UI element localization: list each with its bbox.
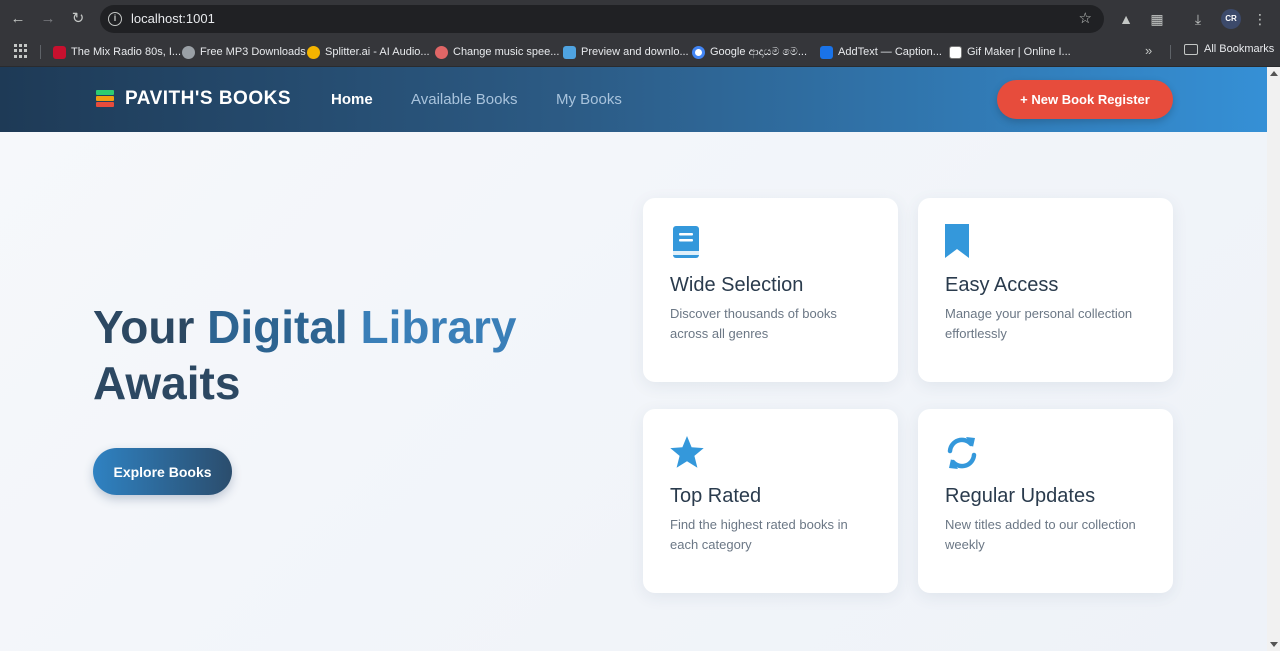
bookmark-favicon [53, 45, 66, 59]
feature-card-regular-updates: Regular Updates New titles added to our … [918, 409, 1173, 593]
feature-description: New titles added to our collection weekl… [945, 517, 1136, 552]
bookmarks-divider [40, 45, 41, 59]
feature-card-easy-access: Easy Access Manage your personal collect… [918, 198, 1173, 382]
extensions-puzzle-icon[interactable]: ▦ [1147, 9, 1167, 29]
feature-description: Manage your personal collection effortle… [945, 306, 1133, 341]
menu-kebab-icon[interactable]: ⋮ [1250, 9, 1270, 29]
bookmark-icon [944, 224, 980, 260]
feature-description: Find the highest rated books in each cat… [670, 517, 848, 552]
vertical-scrollbar[interactable] [1267, 67, 1280, 651]
page-viewport: PAVITH'S BOOKS Home Available Books My B… [0, 67, 1267, 651]
bookmarks-bar: The Mix Radio 80s, I... Free MP3 Downloa… [0, 37, 1280, 67]
bookmark-favicon [435, 45, 448, 59]
bookmark-favicon [949, 45, 962, 59]
bookmark-item[interactable]: Free MP3 Downloads [182, 43, 306, 61]
explore-books-button[interactable]: Explore Books [93, 448, 232, 495]
bookmark-item[interactable]: Splitter.ai - AI Audio... [307, 43, 430, 61]
bookmark-favicon [182, 45, 195, 59]
scroll-down-arrow-icon[interactable] [1270, 642, 1278, 647]
books-stack-icon [94, 88, 116, 110]
folder-icon [1184, 43, 1198, 55]
book-icon [669, 224, 705, 260]
apps-grid-icon[interactable] [14, 44, 28, 58]
forward-icon[interactable]: → [37, 8, 59, 30]
address-bar[interactable]: i localhost:1001 ☆ [100, 5, 1104, 33]
brand-name: PAVITH'S BOOKS [125, 88, 291, 109]
feature-title: Regular Updates [945, 485, 1096, 507]
bookmark-item[interactable]: The Mix Radio 80s, I... [53, 43, 181, 61]
bookmark-item[interactable]: AddText — Caption... [820, 43, 942, 61]
feature-card-top-rated: Top Rated Find the highest rated books i… [643, 409, 898, 593]
feature-description: Discover thousands of books across all g… [670, 306, 837, 341]
bookmark-item[interactable]: Gif Maker | Online I... [949, 43, 1071, 61]
back-icon[interactable]: ← [7, 8, 29, 30]
bookmark-favicon [563, 45, 576, 59]
bookmark-favicon [820, 45, 833, 59]
chevron-double-right-icon[interactable]: » [1145, 43, 1152, 58]
extension-icon[interactable]: ▲ [1116, 9, 1136, 29]
feature-card-wide-selection: Wide Selection Discover thousands of boo… [643, 198, 898, 382]
bookmark-favicon [692, 45, 705, 59]
profile-avatar[interactable]: CR [1221, 9, 1241, 29]
bookmark-item[interactable]: Preview and downlo... [563, 43, 689, 61]
feature-title: Wide Selection [670, 274, 804, 296]
scroll-up-arrow-icon[interactable] [1270, 71, 1278, 76]
nav-link-available-books[interactable]: Available Books [411, 91, 517, 108]
bookmark-item[interactable]: Google ආදායම මෙ... [692, 43, 807, 61]
all-bookmarks-button[interactable]: All Bookmarks [1184, 43, 1274, 55]
feature-title: Easy Access [945, 274, 1059, 296]
url-text[interactable]: localhost:1001 [131, 11, 215, 26]
sync-icon [944, 435, 980, 471]
bookmark-item[interactable]: Change music spee... [435, 43, 559, 61]
nav-link-home[interactable]: Home [331, 91, 373, 108]
nav-link-my-books[interactable]: My Books [556, 91, 622, 108]
bookmark-favicon [307, 45, 320, 59]
star-icon [669, 435, 705, 471]
site-info-icon[interactable]: i [108, 12, 122, 26]
reload-icon[interactable]: ↻ [67, 8, 89, 30]
browser-toolbar: ← → ↻ i localhost:1001 ☆ ▲ ▦ ⤓ CR ⋮ [0, 0, 1280, 37]
feature-title: Top Rated [670, 485, 762, 507]
download-icon[interactable]: ⤓ [1188, 9, 1208, 29]
brand-logo[interactable]: PAVITH'S BOOKS [94, 88, 291, 110]
bookmark-star-icon[interactable]: ☆ [1079, 9, 1092, 27]
bookmarks-divider [1170, 45, 1171, 59]
site-navbar: PAVITH'S BOOKS Home Available Books My B… [0, 67, 1267, 132]
new-book-register-button[interactable]: + New Book Register [997, 80, 1173, 119]
hero-title: Your Digital Library Awaits [93, 301, 517, 409]
